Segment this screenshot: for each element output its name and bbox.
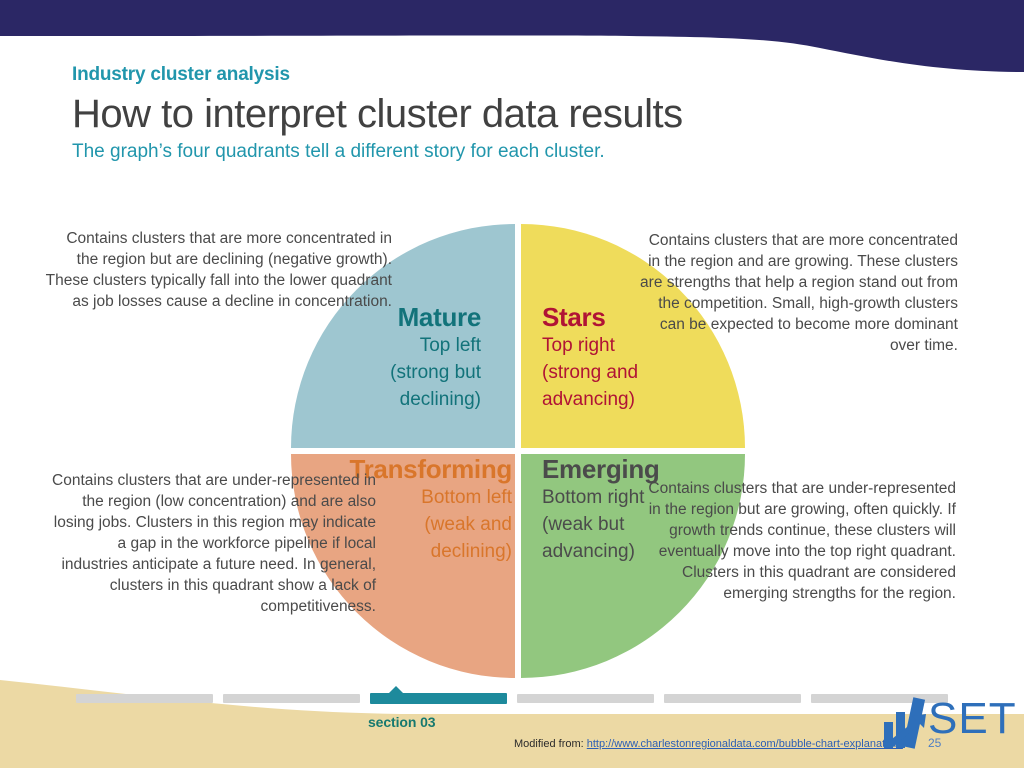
description-transforming: Contains clusters that are under-represe… [52, 472, 376, 615]
description-emerging: Contains clusters that are under-represe… [648, 480, 956, 602]
progress-segments [76, 685, 948, 704]
progress-segment-5[interactable] [664, 693, 801, 703]
progress-segment-4[interactable] [517, 693, 654, 703]
eyebrow-label: Industry cluster analysis [72, 64, 290, 85]
attribution-url[interactable]: http://www.charlestonregionaldata.com/bu… [587, 738, 903, 750]
progress-segment-3-active[interactable] [370, 685, 507, 704]
quadrant-label-mature: Mature Top left (strong but declining) [296, 302, 481, 413]
set-logo-text: SET [928, 694, 1017, 743]
progress-segment-1[interactable] [76, 693, 213, 703]
attribution-prefix: Modified from: [514, 738, 587, 750]
section-label: section 03 [368, 714, 436, 730]
quadrant-subtitle-mature: Top left (strong but declining) [390, 335, 481, 410]
description-mature: Contains clusters that are more concentr… [45, 230, 392, 310]
page-subtitle: The graph’s four quadrants tell a differ… [72, 141, 605, 162]
set-logo: SET [880, 692, 1016, 754]
heading-block: Industry cluster analysis How to interpr… [72, 64, 952, 164]
attribution: Modified from: http://www.charlestonregi… [514, 738, 903, 750]
progress-segment-2[interactable] [223, 693, 360, 703]
description-stars: Contains clusters that are more concentr… [640, 232, 958, 354]
bottom-beige-band [0, 676, 1024, 768]
page-title: How to interpret cluster data results [72, 92, 683, 136]
